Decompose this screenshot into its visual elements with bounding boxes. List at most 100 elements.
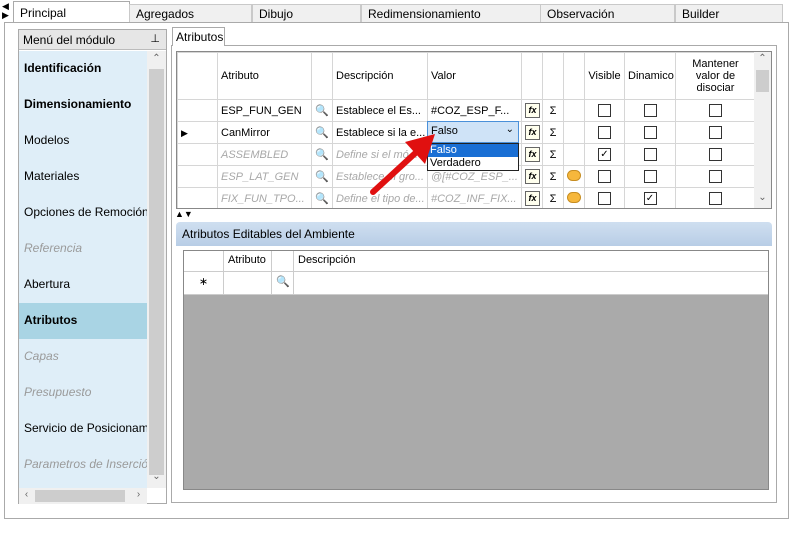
sigma-icon[interactable]: Σ [550,149,557,161]
visible-checkbox[interactable]: ✓ [598,148,611,161]
header-atributo[interactable]: Atributo [224,251,272,271]
descripcion-cell[interactable] [294,272,768,294]
splitter-arrows[interactable]: ▲▼ [175,209,193,219]
mantener-checkbox[interactable] [675,121,756,144]
formula-icon[interactable]: fx [525,147,540,162]
grid-vertical-scrollbar[interactable]: ⌃ ⌄ [754,52,771,208]
sidebar-item[interactable]: Abertura [19,267,147,303]
table-row[interactable]: ESP_FUN_GEN 🔍 Establece el Es... #COZ_ESP_F… [177,99,756,122]
atributo-cell[interactable]: CanMirror [217,121,312,144]
comment-cell[interactable] [563,187,585,208]
sigma-icon[interactable]: Σ [550,105,557,117]
comment-cell[interactable] [563,165,585,188]
dinamico-checkbox[interactable] [643,104,657,117]
sidebar-vertical-scrollbar[interactable]: ⌃ ⌄ [147,51,166,488]
sigma-icon[interactable]: Σ [550,171,557,183]
tab-dibujo[interactable]: Dibujo [252,4,361,23]
binoculars-icon[interactable]: 🔍 [315,171,329,183]
visible-checkbox[interactable] [584,121,625,144]
scroll-up-icon[interactable]: ⌃ [755,53,770,64]
mantener-checkbox[interactable] [675,165,756,188]
header-valor[interactable]: Valor [427,52,522,100]
sidebar-item[interactable]: Dimensionamiento [19,87,147,123]
tab-atributos[interactable]: Atributos [172,27,225,46]
dinamico-checkbox[interactable] [624,165,676,188]
visible-checkbox[interactable] [598,104,611,117]
atributo-cell[interactable]: ESP_LAT_GEN [217,165,312,188]
pin-icon[interactable]: ⊥ [150,32,160,45]
tab-builder[interactable]: Builder [675,4,783,23]
row-selector[interactable] [177,165,218,188]
header-dinamico[interactable]: Dinamico [624,52,676,100]
binoculars-icon[interactable]: 🔍 [315,127,329,139]
valor-cell[interactable]: #COZ_ESP_F... [427,99,522,122]
atributo-cell[interactable]: FIX_FUN_TPO... [217,187,312,208]
dinamico-checkbox[interactable]: ✓ [624,187,676,208]
sigma-cell[interactable]: Σ [542,143,564,166]
formula-icon[interactable]: fx [525,191,540,206]
comment-cell[interactable] [563,99,585,122]
dinamico-checkbox[interactable] [643,170,657,183]
chevron-down-icon[interactable]: ⌄ [506,124,514,135]
row-selector[interactable]: ▶ [177,121,218,144]
sidebar-item[interactable]: Referencia [19,231,147,267]
fx-cell[interactable]: fx [521,99,543,122]
binoculars-icon[interactable]: 🔍 [315,149,329,161]
sidebar-item[interactable]: Modelos [19,123,147,159]
binoculars-icon[interactable]: 🔍 [311,143,333,166]
visible-checkbox[interactable] [598,170,611,183]
mantener-checkbox[interactable] [709,170,722,183]
row-selector[interactable] [177,143,218,166]
sigma-cell[interactable]: Σ [542,99,564,122]
mantener-checkbox[interactable] [709,148,722,161]
fx-cell[interactable]: fx [521,121,543,144]
comment-icon[interactable] [567,169,581,181]
mantener-checkbox[interactable] [709,192,722,205]
atributo-cell[interactable]: ASSEMBLED [217,143,312,166]
tab-principal[interactable]: Principal [13,1,130,24]
scroll-down-icon[interactable]: ⌄ [149,471,164,482]
visible-checkbox[interactable] [584,165,625,188]
sidebar-item[interactable]: Atributos [19,303,147,339]
header-mantener[interactable]: Mantener valor de disociar [675,52,756,100]
dinamico-checkbox[interactable] [643,148,657,161]
dinamico-checkbox[interactable]: ✓ [643,192,657,205]
sidebar-item[interactable]: Capas [19,339,147,375]
comment-icon[interactable] [567,191,581,203]
formula-icon[interactable]: fx [525,169,540,184]
atributo-cell[interactable] [224,272,272,294]
scroll-up-icon[interactable]: ⌃ [149,53,164,64]
visible-checkbox[interactable]: ✓ [584,143,625,166]
header-visible[interactable]: Visible [584,52,625,100]
mantener-checkbox[interactable] [709,126,722,139]
sigma-cell[interactable]: Σ [542,187,564,208]
fx-cell[interactable]: fx [521,143,543,166]
scroll-down-icon[interactable]: ⌄ [755,192,770,203]
mantener-checkbox[interactable] [675,187,756,208]
header-descripcion[interactable]: Descripción [332,52,428,100]
sidebar-item[interactable]: Identificación [19,51,147,87]
visible-checkbox[interactable] [598,192,611,205]
visible-checkbox[interactable] [584,99,625,122]
binoculars-icon[interactable]: 🔍 [315,193,329,205]
scroll-right-icon[interactable]: › [131,489,146,500]
formula-icon[interactable]: fx [525,125,540,140]
binoculars-icon[interactable]: 🔍 [311,99,333,122]
dinamico-checkbox[interactable] [624,99,676,122]
binoculars-icon[interactable]: 🔍 [315,105,329,117]
binoculars-icon[interactable]: 🔍 [272,272,294,294]
fx-cell[interactable]: fx [521,165,543,188]
binoculars-icon[interactable]: 🔍 [311,165,333,188]
header-descripcion[interactable]: Descripción [294,251,768,271]
sidebar-horizontal-scrollbar[interactable]: ‹ › [19,488,147,504]
sidebar-item[interactable]: Servicio de Posicionamiento [19,411,147,447]
table-row[interactable]: FIX_FUN_TPO... 🔍 Define el tipo de... #COZ_… [177,187,756,208]
sidebar-item[interactable]: Materiales [19,159,147,195]
comment-cell[interactable] [563,121,585,144]
visible-checkbox[interactable] [598,126,611,139]
scrollbar-thumb[interactable] [35,490,125,502]
sigma-icon[interactable]: Σ [550,127,557,139]
scroll-left-icon[interactable]: ‹ [19,489,34,500]
visible-checkbox[interactable] [584,187,625,208]
row-selector[interactable] [177,187,218,208]
